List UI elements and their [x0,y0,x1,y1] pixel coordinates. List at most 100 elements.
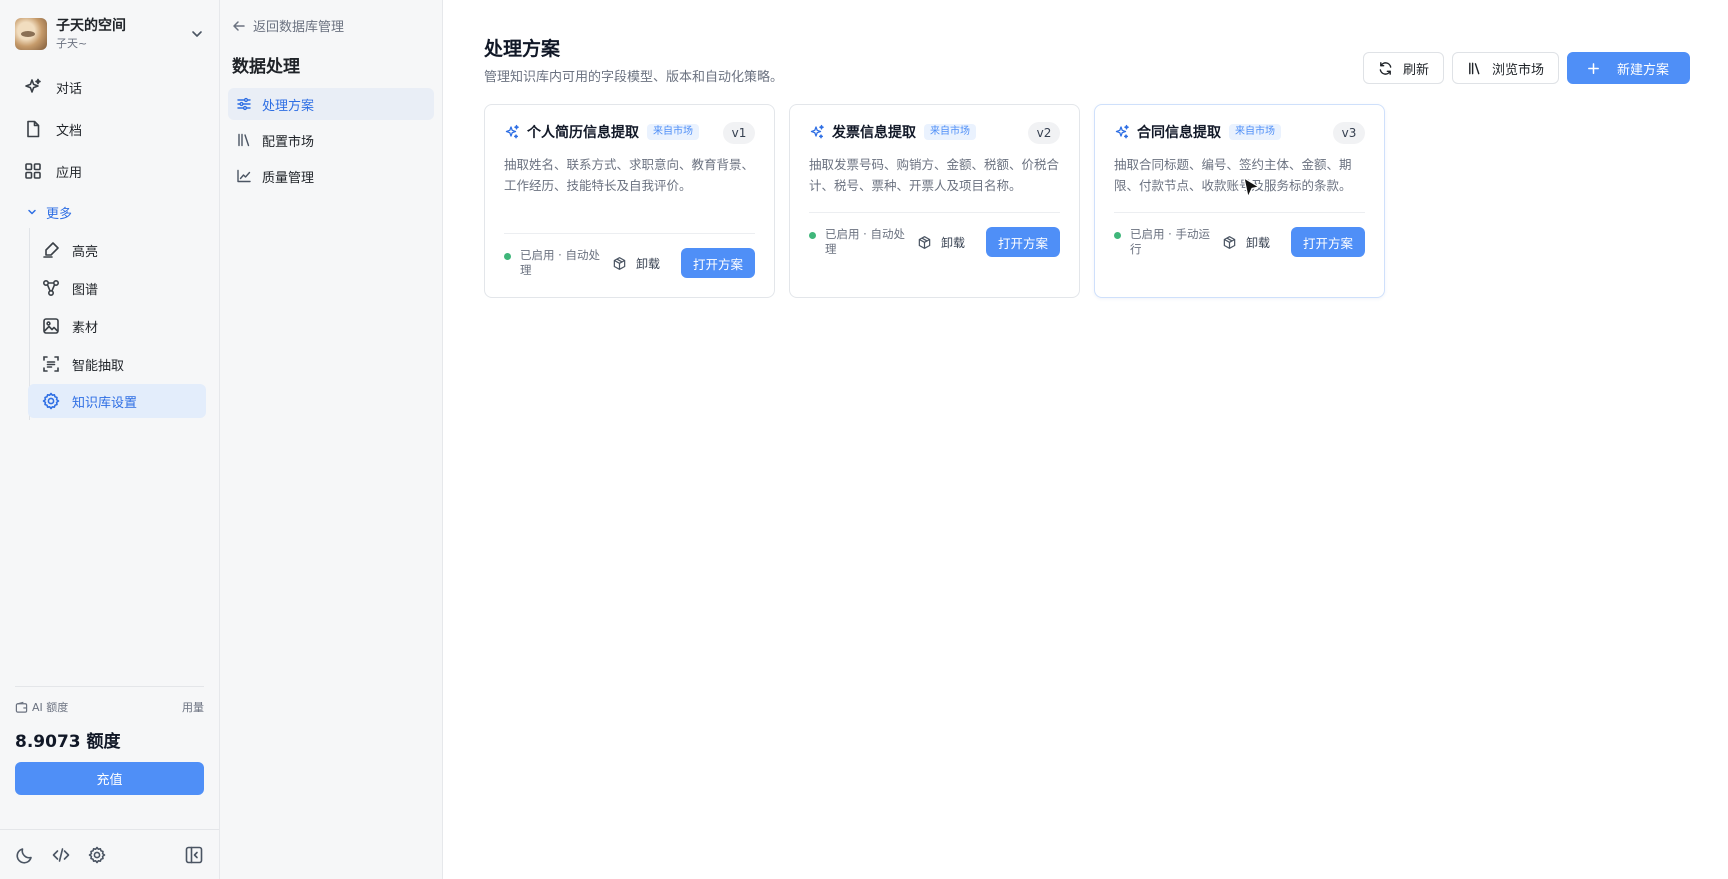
market-tag: 来自市场 [1229,124,1281,140]
refresh-icon [1379,61,1392,75]
market-tag: 来自市场 [924,124,976,140]
nav-item-documents[interactable]: 文档 [14,112,206,146]
new-scheme-button[interactable]: 新建方案 [1566,52,1690,84]
status-dot [809,232,816,239]
sliders-icon [237,97,251,111]
scheme-card-resume[interactable]: 个人简历信息提取 来自市场 v1 抽取姓名、联系方式、求职意向、教育背景、工作经… [484,104,775,298]
status-badge: 已启用 · 手动运行 [1114,227,1214,257]
uninstall-button[interactable]: 卸载 [917,234,965,251]
status-dot [1114,232,1121,239]
arrow-left-icon [233,20,245,31]
highlighter-icon [43,242,59,258]
nav-item-assets[interactable]: 素材 [28,309,206,343]
nav-more-label: 更多 [46,206,73,222]
moon-icon[interactable] [15,845,35,865]
ai-quota-panel: AI 额度 用量 8.9073 额度 充值 [15,686,204,795]
scheme-card-contract[interactable]: 合同信息提取 来自市场 v3 抽取合同标题、编号、签约主体、金额、期限、付款节点… [1094,104,1385,298]
main-sidebar: 子天的空间 子天~ 对话 文档 应用 更多 高亮 图谱 素材 智能抽取 知识库设… [0,0,220,879]
status-dot [504,253,511,260]
page-title: 处理方案 [484,38,561,60]
chevron-down-icon [192,31,202,37]
uninstall-label: 卸载 [1246,235,1271,250]
open-scheme-button[interactable]: 打开方案 [985,227,1060,257]
sidebar-footer [0,829,219,879]
image-icon [43,318,59,334]
workspace-switcher[interactable]: 子天的空间 子天~ [15,16,205,52]
refresh-button[interactable]: 刷新 [1362,52,1444,84]
nav-item-graph[interactable]: 图谱 [28,271,206,305]
page-description: 管理知识库内可用的字段模型、版本和自动化策略。 [484,70,784,85]
code-icon[interactable] [51,845,71,865]
uninstall-button[interactable]: 卸载 [612,255,660,272]
chart-line-icon [237,169,251,183]
scheme-title: 发票信息提取 [832,125,916,141]
uninstall-button[interactable]: 卸载 [1222,234,1270,251]
scheme-description: 抽取合同标题、编号、签约主体、金额、期限、付款节点、收款账号及服务标的条款。 [1114,157,1352,193]
status-text: 已启用 · 自动处理 [825,227,905,256]
nav-item-label: 对话 [56,81,83,97]
scheme-title: 个人简历信息提取 [527,125,639,141]
nav-more-toggle[interactable]: 更多 [14,196,206,228]
workspace-name: 子天的空间 [56,18,126,34]
status-badge: 已启用 · 自动处理 [809,227,909,257]
wallet-icon [15,701,28,713]
refresh-label: 刷新 [1402,62,1429,78]
quota-label: AI 额度 [15,699,68,715]
collapse-sidebar-icon[interactable] [184,845,204,865]
status-text: 已启用 · 自动处理 [520,248,600,277]
sparkles-icon [1115,124,1129,139]
sparkles-icon [505,124,519,139]
panel-item-processing-schemes[interactable]: 处理方案 [228,88,434,120]
main-content: 处理方案 管理知识库内可用的字段模型、版本和自动化策略。 刷新 浏览市场 新建方… [444,0,1728,879]
back-to-db-management[interactable]: 返回数据库管理 [232,16,344,35]
usage-link[interactable]: 用量 [182,699,204,715]
nav-item-apps[interactable]: 应用 [14,154,206,188]
nav-item-highlight[interactable]: 高亮 [28,233,206,267]
library-icon [238,133,250,147]
version-badge: v2 [1028,122,1060,144]
package-icon [613,256,626,270]
panel-item-config-market[interactable]: 配置市场 [228,124,434,156]
sparkle-chat-icon [25,78,41,93]
scheme-card-list: 个人简历信息提取 来自市场 v1 抽取姓名、联系方式、求职意向、教育背景、工作经… [484,104,1385,298]
workspace-user: 子天~ [56,36,88,50]
scheme-card-invoice[interactable]: 发票信息提取 来自市场 v2 抽取发票号码、购销方、金额、税额、价税合计、税号、… [789,104,1080,298]
sparkles-icon [810,124,824,139]
version-badge: v3 [1333,122,1365,144]
nav-item-label: 高亮 [72,244,99,260]
settings-icon[interactable] [87,845,107,865]
status-badge: 已启用 · 自动处理 [504,248,604,278]
nav-item-label: 文档 [56,123,83,139]
package-icon [1223,235,1236,249]
open-scheme-button[interactable]: 打开方案 [1290,227,1365,257]
nav-item-smart-extract[interactable]: 智能抽取 [28,347,206,381]
nav-item-kb-settings[interactable]: 知识库设置 [28,384,206,418]
quota-value: 8.9073 额度 [15,732,121,752]
avatar [15,18,47,50]
grid-icon [25,163,41,179]
panel-item-label: 处理方案 [262,98,315,114]
new-scheme-label: 新建方案 [1616,62,1669,78]
browse-market-button[interactable]: 浏览市场 [1451,52,1559,84]
open-scheme-button[interactable]: 打开方案 [680,248,755,278]
nav-item-chat[interactable]: 对话 [14,70,206,104]
scheme-description: 抽取发票号码、购销方、金额、税额、价税合计、税号、票种、开票人及项目名称。 [809,157,1060,193]
status-text: 已启用 · 手动运行 [1130,227,1210,256]
panel-title: 数据处理 [232,57,300,77]
panel-item-quality-management[interactable]: 质量管理 [228,160,434,192]
nav-item-label: 图谱 [72,282,99,298]
recharge-button[interactable]: 充值 [15,762,204,795]
nav-item-label: 知识库设置 [72,395,138,411]
gear-icon [42,392,60,410]
panel-item-label: 质量管理 [262,170,315,186]
graph-icon [42,279,60,297]
library-icon [1469,62,1480,74]
uninstall-label: 卸载 [941,235,966,250]
nav-item-label: 智能抽取 [72,358,125,374]
back-link-label: 返回数据库管理 [253,20,345,35]
panel-item-label: 配置市场 [262,134,315,150]
uninstall-label: 卸载 [636,256,661,271]
nav-item-label: 素材 [72,320,99,336]
scheme-title: 合同信息提取 [1137,125,1221,141]
version-badge: v1 [723,122,755,144]
